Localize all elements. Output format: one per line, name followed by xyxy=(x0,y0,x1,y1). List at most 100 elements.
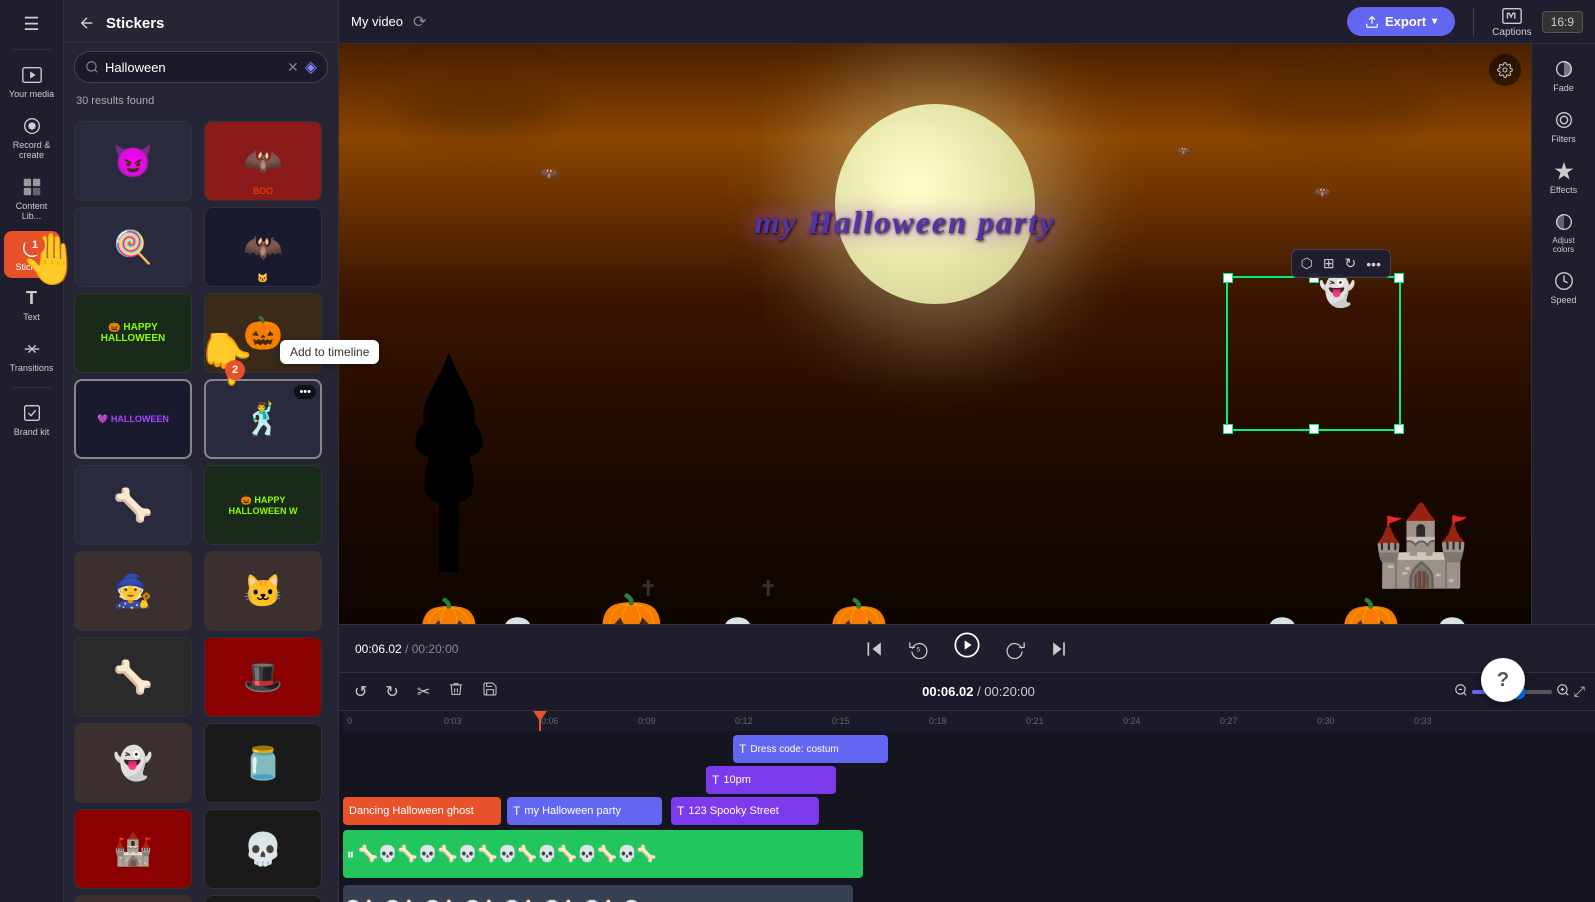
timeline-content[interactable]: 0 0:03 0:06 0:09 0:12 0:15 0:18 0:21 0:2… xyxy=(339,711,1595,902)
clip-halloween-party[interactable]: T my Halloween party xyxy=(507,797,662,825)
sticker-item-19[interactable]: 🎃 xyxy=(74,895,192,902)
sticker-item-17[interactable]: 🏰 xyxy=(74,809,192,889)
clip-t-icon: T xyxy=(739,742,746,756)
search-clear-button[interactable]: ✕ xyxy=(287,59,299,76)
sticker-item-10[interactable]: 🎃 HAPPYHALLOWEEN W xyxy=(204,465,322,545)
ruler-mark-7: 0:21 xyxy=(1026,716,1123,726)
sticker-label-2: BOO xyxy=(253,186,273,196)
sidebar-item-your-media[interactable]: Your media xyxy=(4,58,60,105)
sel-more-button[interactable]: ••• xyxy=(1362,253,1385,274)
sticker-item-14[interactable]: 🎩 xyxy=(204,637,322,717)
clip-halloween-label: my Halloween party xyxy=(524,805,621,817)
aspect-ratio-badge[interactable]: 16:9 xyxy=(1542,11,1583,33)
sticker-item-5[interactable]: 🎃 HAPPYHALLOWEEN xyxy=(74,293,192,373)
captions-button[interactable]: Captions xyxy=(1492,5,1531,38)
right-sidebar-fade[interactable]: Fade xyxy=(1536,52,1592,99)
sticker-emoji-9: 🦴 xyxy=(113,486,153,524)
video-clip-1[interactable]: ⏸ 🦴💀🦴💀🦴💀🦴💀🦴💀🦴💀🦴💀🦴 xyxy=(343,830,863,878)
right-sidebar-filters[interactable]: Filters xyxy=(1536,103,1592,150)
right-sidebar-adjust-colors[interactable]: Adjustcolors xyxy=(1536,205,1592,260)
sticker-item-7[interactable]: 💜 HALLOWEEN xyxy=(74,379,192,459)
expand-timeline-button[interactable]: ⤢ xyxy=(1574,683,1585,700)
export-button[interactable]: Export ▾ xyxy=(1347,7,1455,36)
search-input[interactable] xyxy=(105,60,281,75)
skip-back-button[interactable] xyxy=(861,635,889,663)
sticker-emoji-18: 💀 xyxy=(243,830,283,868)
timeline-undo-button[interactable]: ↺ xyxy=(349,679,372,705)
zoom-out-icon xyxy=(1454,683,1468,697)
help-fab-button[interactable]: ? xyxy=(1481,658,1525,702)
sticker-item-1[interactable]: 😈 xyxy=(74,121,192,201)
sticker-item-8[interactable]: 🕺 ••• xyxy=(204,379,322,459)
sk-f15: 🦴 xyxy=(637,844,657,864)
timeline-save-button[interactable] xyxy=(477,678,503,705)
clip-10pm[interactable]: T 10pm xyxy=(706,766,836,794)
sticker-item-3[interactable]: 🍭 xyxy=(74,207,192,287)
sticker-item-2[interactable]: 🦇 BOO xyxy=(204,121,322,201)
timeline-redo-button[interactable]: ↻ xyxy=(380,679,403,705)
skip-forward-icon xyxy=(1049,639,1069,659)
timeline-delete-button[interactable] xyxy=(443,678,469,705)
sel-resize-button[interactable]: ⊞ xyxy=(1319,253,1339,274)
save-icon xyxy=(482,681,498,697)
video-track-2-clips: 💀🦴💀🦴💀🦴💀🦴💀🦴💀🦴💀🦴💀 xyxy=(343,883,1595,902)
sticker-item-13[interactable]: 🦴 xyxy=(74,637,192,717)
sticker-item-9[interactable]: 🦴 xyxy=(74,465,192,545)
timeline-track-video-2: 💀🦴💀🦴💀🦴💀🦴💀🦴💀🦴💀🦴💀 xyxy=(343,883,1595,902)
zoom-in-button[interactable] xyxy=(1556,683,1570,700)
rewind-5-button[interactable]: 5 xyxy=(905,635,933,663)
panel-back-button[interactable] xyxy=(76,12,98,34)
play-button[interactable] xyxy=(949,627,985,670)
adjust-colors-label: Adjustcolors xyxy=(1552,236,1574,254)
sticker-item-18[interactable]: 💀 xyxy=(204,809,322,889)
sk-f10: 💀 xyxy=(537,844,557,864)
video-clip-2[interactable]: 💀🦴💀🦴💀🦴💀🦴💀🦴💀🦴💀🦴💀 xyxy=(343,885,853,902)
sticker-item-16[interactable]: 🫙 xyxy=(204,723,322,803)
svg-text:5: 5 xyxy=(917,646,921,653)
sticker-item-11[interactable]: 🧙 xyxy=(74,551,192,631)
sticker-more-button[interactable]: ••• xyxy=(294,385,316,399)
tl-time-total: 00:20:00 xyxy=(984,684,1035,699)
sidebar-item-text[interactable]: T Text xyxy=(4,282,60,328)
hamburger-menu[interactable]: ☰ xyxy=(4,8,60,41)
timeline-cut-button[interactable]: ✂ xyxy=(412,679,435,705)
sk-f5: 🦴 xyxy=(438,844,458,864)
sidebar-item-transitions[interactable]: Transitions xyxy=(4,332,60,379)
sticker-item-20[interactable]: ☸ xyxy=(204,895,322,902)
timeline-time-display: 00:06.02 / 00:20:00 xyxy=(922,684,1035,699)
media-icon xyxy=(21,64,43,86)
sidebar-item-stickers[interactable]: Stickers xyxy=(4,231,60,278)
clip-spooky-street[interactable]: T 123 Spooky Street xyxy=(671,797,819,825)
settings-icon xyxy=(1497,62,1513,78)
right-sidebar-speed[interactable]: Speed xyxy=(1536,264,1592,311)
sidebar-label-transitions: Transitions xyxy=(10,363,54,373)
sidebar-item-record[interactable]: Record &create xyxy=(4,109,60,166)
sidebar-item-brand-kit[interactable]: Brand kit xyxy=(4,396,60,443)
clip-dancing-ghost[interactable]: Dancing Halloween ghost xyxy=(343,797,501,825)
sel-rotate-button[interactable]: ↻ xyxy=(1341,253,1361,274)
sidebar-label-content: ContentLib... xyxy=(16,201,48,221)
project-menu-button[interactable]: ⟳ xyxy=(413,12,426,32)
time-separator: / xyxy=(405,642,412,656)
tree-svg xyxy=(409,352,489,572)
sticker-label-4: 🐱 xyxy=(257,273,268,284)
sel-crop-button[interactable]: ⬡ xyxy=(1297,253,1317,274)
search-brand-button[interactable]: ◈ xyxy=(305,57,317,77)
sticker-item-4[interactable]: 🦇 🐱 xyxy=(204,207,322,287)
sticker-item-12[interactable]: 🐱 xyxy=(204,551,322,631)
sk-f1: 🦴 xyxy=(358,844,378,864)
video-settings-button[interactable] xyxy=(1489,54,1521,86)
sidebar-item-content-lib[interactable]: ContentLib... xyxy=(4,170,60,227)
video-track-1-clips: ⏸ 🦴💀🦴💀🦴💀🦴💀🦴💀🦴💀🦴💀🦴 xyxy=(343,828,1595,880)
timeline-playhead[interactable] xyxy=(539,711,541,731)
clip-10pm-label: 10pm xyxy=(723,774,751,786)
skip-forward-button[interactable] xyxy=(1045,635,1073,663)
sidebar-label-brand: Brand kit xyxy=(14,427,50,437)
right-sidebar-effects[interactable]: Effects xyxy=(1536,154,1592,201)
zoom-out-button[interactable] xyxy=(1454,683,1468,700)
clip-dress-code[interactable]: T Dress code: costum xyxy=(733,735,888,763)
sticker-text-10: 🎃 HAPPYHALLOWEEN W xyxy=(229,495,298,516)
time-display: 00:06.02 / 00:20:00 xyxy=(355,642,458,656)
sticker-item-15[interactable]: 👻 xyxy=(74,723,192,803)
forward-5-button[interactable] xyxy=(1001,635,1029,663)
